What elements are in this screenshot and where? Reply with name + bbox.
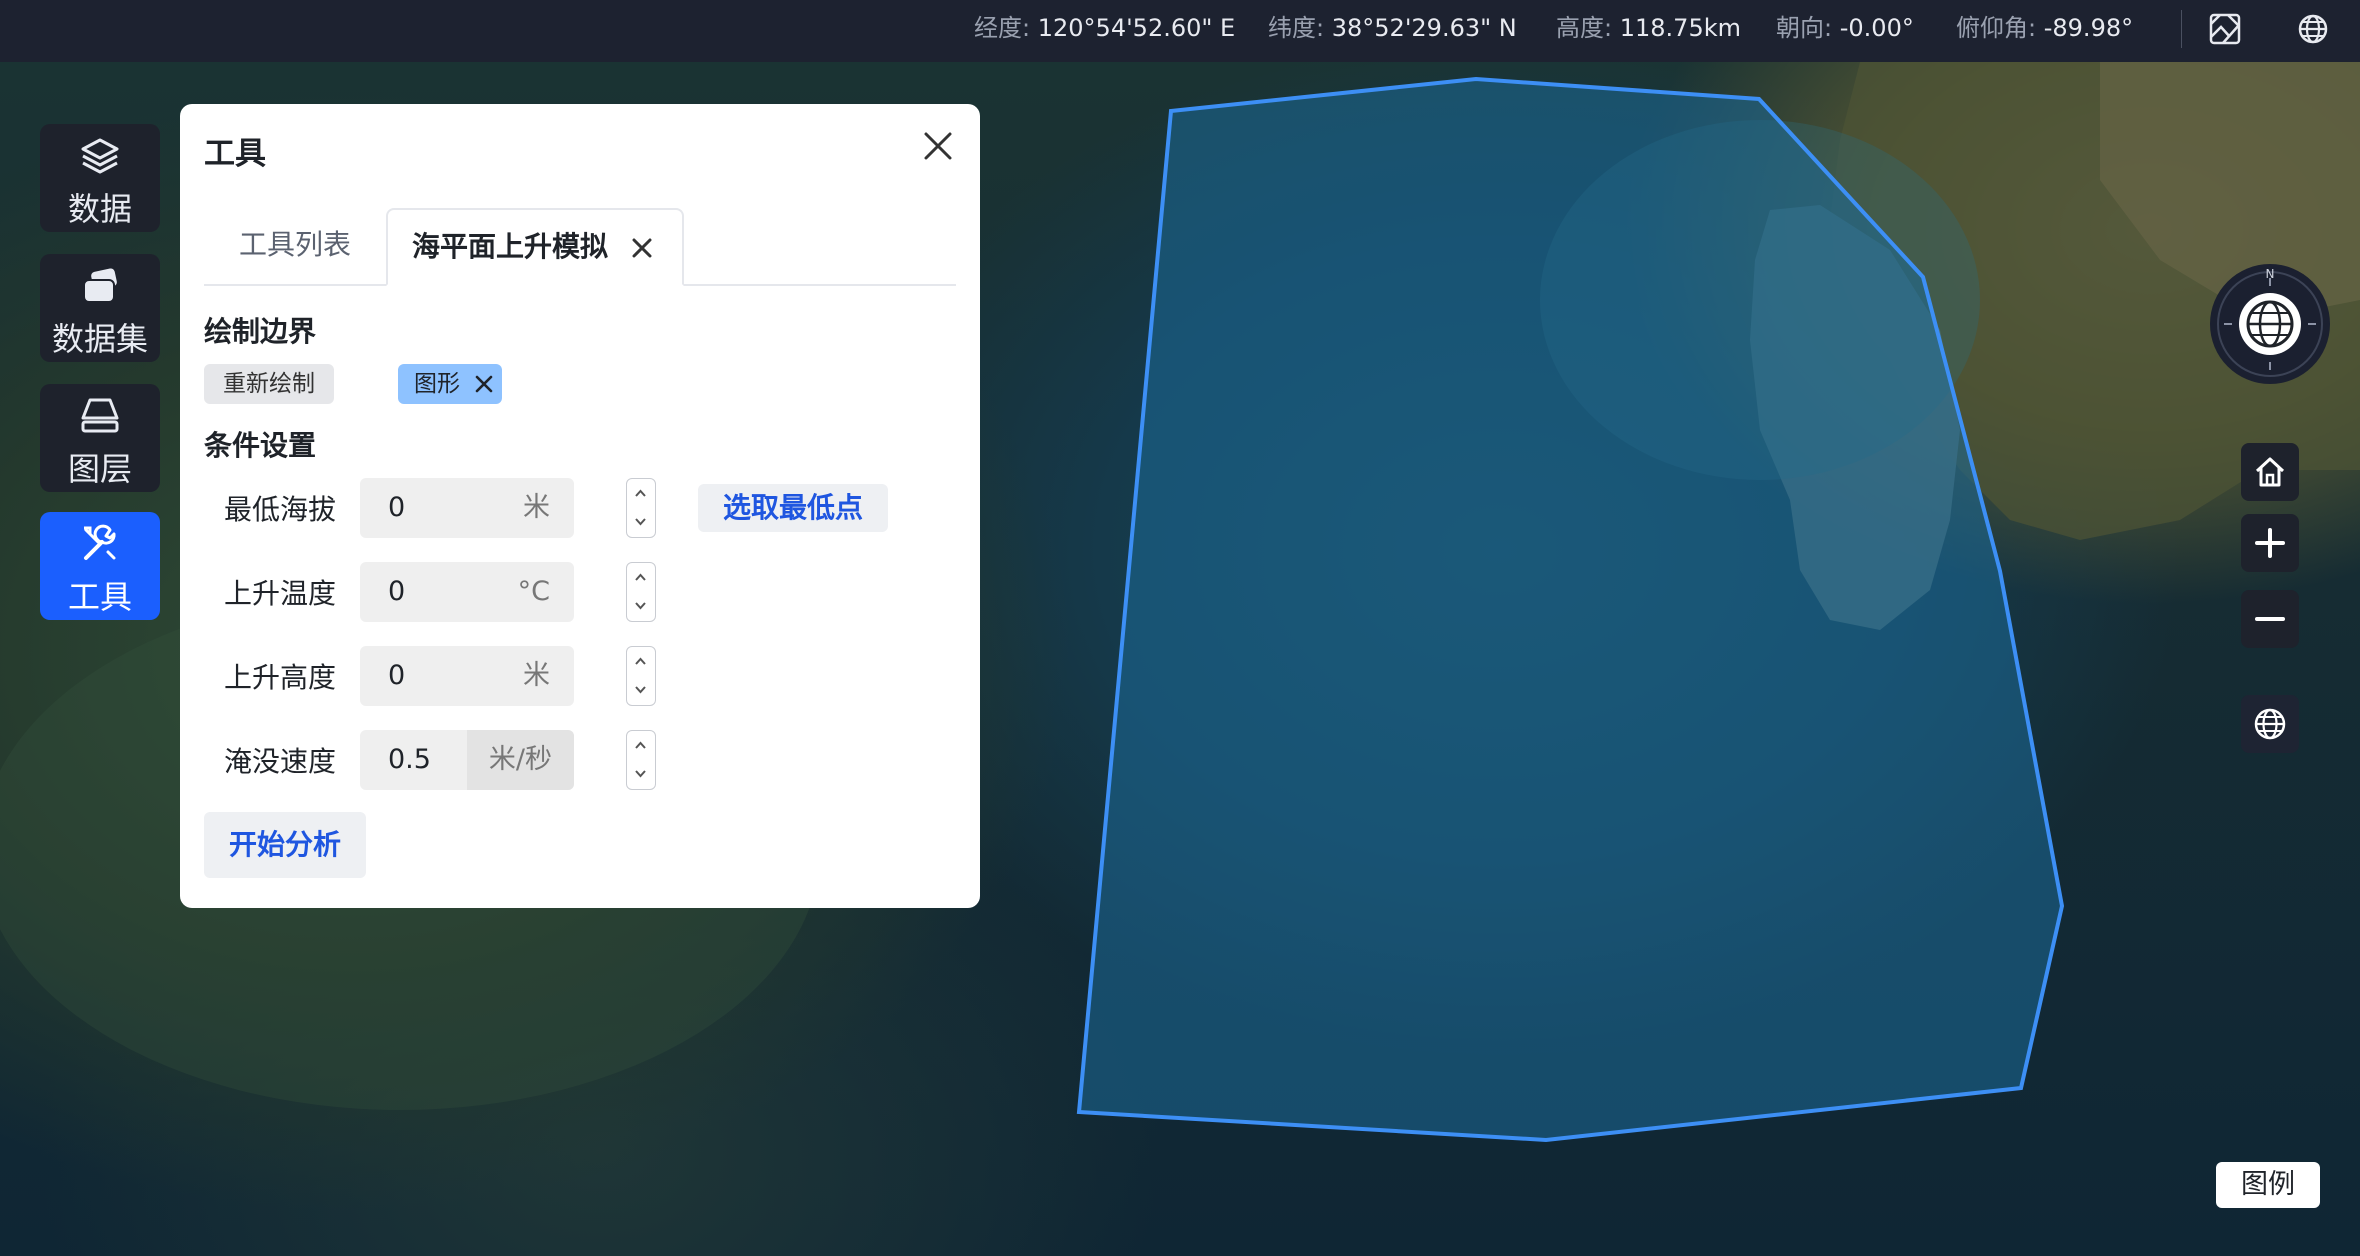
dataset-cards-icon (83, 268, 117, 303)
dock-item-label: 数据集 (51, 320, 148, 358)
tab-sea-level-rise[interactable]: 海平面上升模拟 (386, 208, 684, 286)
flood-speed-input[interactable]: 0.5 米/秒 (360, 730, 574, 790)
redraw-button[interactable]: 重新绘制 (204, 364, 334, 404)
latitude-label: 纬度: (1268, 14, 1325, 42)
zoom-in-button[interactable] (2241, 514, 2299, 572)
heading-value: -0.00° (1839, 14, 1914, 42)
min-altitude-input[interactable]: 0 米 (360, 478, 574, 538)
input-value: 0 (388, 660, 406, 691)
close-panel-button[interactable] (918, 126, 958, 166)
altitude-label: 高度: (1556, 14, 1613, 42)
chevron-down-icon[interactable] (627, 592, 654, 620)
legend-button[interactable]: 图例 (2216, 1162, 2320, 1208)
globe-icon[interactable] (2296, 12, 2330, 46)
home-icon (2255, 457, 2285, 487)
globe-icon (2254, 708, 2286, 740)
latitude-readout: 纬度: 38°52'29.63" N (1268, 0, 1517, 62)
home-button[interactable] (2241, 443, 2299, 501)
tab-label: 海平面上升模拟 (412, 230, 609, 263)
longitude-value: 120°54'52.60" E (1037, 14, 1236, 42)
rise-height-stepper[interactable] (626, 646, 656, 706)
dock-item-layers[interactable]: 图层 (40, 384, 160, 492)
latitude-value: 38°52'29.63" N (1331, 14, 1517, 42)
pick-lowest-point-button[interactable]: 选取最低点 (698, 484, 888, 532)
minus-icon (2255, 617, 2285, 621)
longitude-readout: 经度: 120°54'52.60" E (974, 0, 1235, 62)
flood-speed-stepper[interactable] (626, 730, 656, 790)
status-divider (2181, 10, 2182, 48)
input-unit: °C (517, 576, 550, 607)
field-label: 上升温度 (224, 577, 337, 610)
dock-item-tools[interactable]: 工具 (40, 512, 160, 620)
shape-chip-label: 图形 (414, 371, 460, 397)
dock-item-label: 数据 (67, 190, 132, 228)
shape-chip[interactable]: 图形 (398, 364, 502, 404)
longitude-label: 经度: (974, 14, 1031, 42)
tab-tool-list[interactable]: 工具列表 (204, 208, 386, 284)
chevron-up-icon[interactable] (627, 647, 654, 675)
panel-title: 工具 (204, 136, 266, 172)
rise-height-input[interactable]: 0 米 (360, 646, 574, 706)
status-bar: 经度: 120°54'52.60" E 纬度: 38°52'29.63" N 高… (0, 0, 2360, 62)
plus-icon (2255, 528, 2285, 558)
chevron-down-icon[interactable] (627, 676, 654, 704)
rise-temperature-stepper[interactable] (626, 562, 656, 622)
pitch-label: 俯仰角: (1956, 14, 2037, 42)
chevron-up-icon[interactable] (627, 563, 654, 591)
close-tab-icon[interactable] (630, 236, 654, 260)
compass-widget[interactable]: N (2210, 264, 2330, 384)
dock-item-label: 图层 (67, 450, 132, 488)
input-unit: 米 (523, 492, 550, 523)
close-icon (924, 132, 952, 160)
dock-item-label: 工具 (67, 578, 132, 616)
pitch-readout: 俯仰角: -89.98° (1956, 0, 2133, 62)
input-value: 0 (388, 492, 406, 523)
input-unit: 米 (523, 660, 550, 691)
map-layers-icon[interactable] (2208, 12, 2242, 46)
chevron-down-icon[interactable] (627, 760, 654, 788)
conditions-heading: 条件设置 (204, 429, 317, 462)
chevron-up-icon[interactable] (627, 479, 654, 507)
field-label: 淹没速度 (224, 745, 337, 778)
zoom-out-button[interactable] (2241, 590, 2299, 648)
pitch-value: -89.98° (2043, 14, 2134, 42)
heading-label: 朝向: (1776, 14, 1833, 42)
chevron-up-icon[interactable] (627, 731, 654, 759)
rise-temperature-input[interactable]: 0 °C (360, 562, 574, 622)
tool-panel: 工具 工具列表 海平面上升模拟 绘制边界 重新绘制 图形 条件设置 最低海拔 0… (180, 104, 980, 908)
tab-bar: 工具列表 海平面上升模拟 (204, 208, 956, 286)
layer-trapezoid-icon (81, 398, 119, 433)
min-altitude-stepper[interactable] (626, 478, 656, 538)
altitude-readout: 高度: 118.75km (1556, 0, 1741, 62)
field-label: 最低海拔 (224, 493, 337, 526)
boundary-heading: 绘制边界 (204, 315, 317, 348)
dock-item-dataset[interactable]: 数据集 (40, 254, 160, 362)
tools-icon (84, 524, 116, 560)
field-label: 上升高度 (224, 661, 337, 694)
input-unit: 米/秒 (466, 730, 574, 790)
start-analysis-button[interactable]: 开始分析 (204, 812, 366, 878)
altitude-value: 118.75km (1619, 14, 1741, 42)
layers-stack-icon (81, 138, 119, 174)
chevron-down-icon[interactable] (627, 508, 654, 536)
remove-shape-icon[interactable] (474, 374, 494, 394)
globe-view-button[interactable] (2241, 695, 2299, 753)
compass-north-label: N (2265, 267, 2275, 281)
input-value: 0.5 (388, 744, 431, 775)
heading-readout: 朝向: -0.00° (1776, 0, 1914, 62)
dock-item-data[interactable]: 数据 (40, 124, 160, 232)
compass-ring-icon (2217, 271, 2323, 377)
input-value: 0 (388, 576, 406, 607)
